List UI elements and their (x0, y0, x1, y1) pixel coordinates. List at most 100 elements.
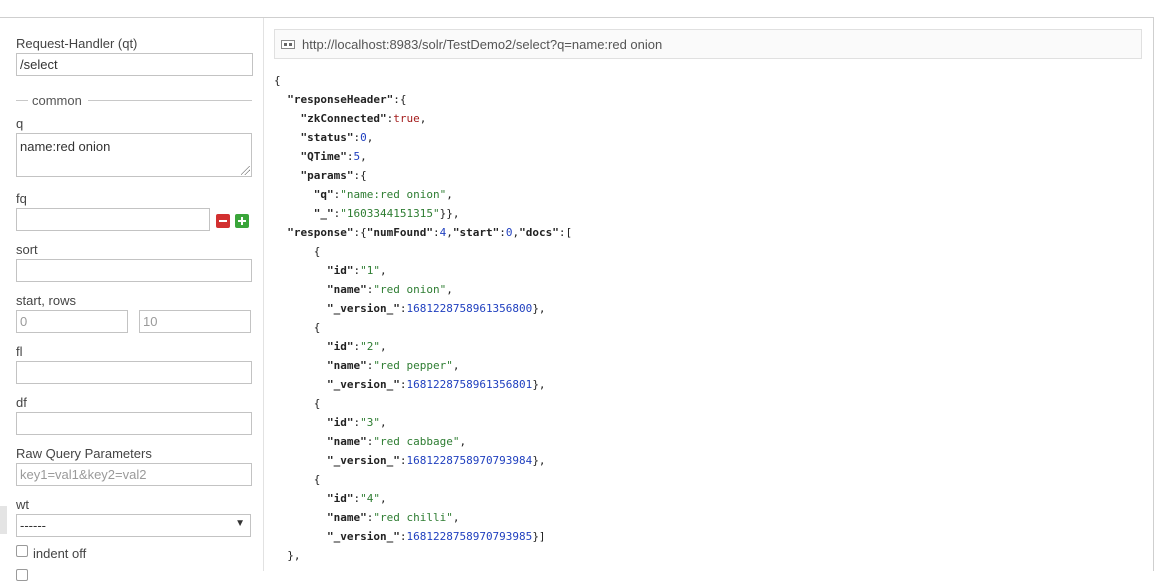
json-punct: , (360, 150, 367, 163)
json-punct (274, 511, 327, 524)
json-key: "id" (326, 492, 354, 505)
start-rows-label: start, rows (16, 293, 76, 308)
json-string: "red onion" (373, 283, 447, 296)
json-line: "responseHeader":{ (274, 90, 1144, 109)
raw-params-label: Raw Query Parameters (16, 446, 152, 461)
query-form: Request-Handler (qt) /select common q na… (0, 18, 264, 581)
json-punct: }}, (439, 207, 460, 220)
q-textarea[interactable]: name:red onion (16, 133, 252, 177)
json-punct (274, 207, 314, 220)
json-line: "params":{ (274, 166, 1144, 185)
json-line: { (274, 71, 1144, 90)
plus-icon[interactable] (235, 214, 249, 228)
json-key: "response" (287, 226, 354, 239)
wt-label: wt (16, 497, 29, 512)
result-url-link[interactable]: http://localhost:8983/solr/TestDemo2/sel… (302, 37, 662, 52)
json-key: "_version_" (326, 454, 400, 467)
request-handler-input[interactable]: /select (16, 53, 253, 76)
indent-checkbox[interactable] (16, 545, 28, 557)
json-key: "id" (326, 416, 354, 429)
json-line: "_version_":1681228758961356800}, (274, 299, 1144, 318)
triangle-down-icon: ▼ (235, 518, 245, 529)
json-punct: { (274, 245, 321, 258)
json-line: "_version_":1681228758970793984}, (274, 451, 1144, 470)
df-label: df (16, 395, 27, 410)
json-key: "name" (326, 435, 367, 448)
json-punct: }, (274, 549, 301, 562)
common-section-header: common (16, 93, 252, 108)
json-key: "params" (300, 169, 354, 182)
json-punct: , (379, 264, 387, 277)
json-line: { (274, 318, 1144, 337)
json-punct (274, 302, 327, 315)
json-punct (274, 226, 287, 239)
json-key: "id" (326, 340, 354, 353)
df-input[interactable] (16, 412, 252, 435)
json-punct: , (446, 226, 453, 239)
json-string: "1" (360, 264, 380, 277)
json-key: "id" (326, 264, 354, 277)
raw-params-input[interactable]: key1=val1&key2=val2 (16, 463, 252, 486)
json-number: 1681228758961356800 (406, 302, 533, 315)
json-punct (274, 454, 327, 467)
json-key: "zkConnected" (300, 112, 387, 125)
json-number: 1681228758961356801 (406, 378, 533, 391)
wt-select[interactable]: ------ ▼ (16, 514, 251, 537)
json-line: "id":"1", (274, 261, 1144, 280)
minus-icon[interactable] (216, 214, 230, 228)
json-line: "id":"4", (274, 489, 1144, 508)
json-line: "_":"1603344151315"}}, (274, 204, 1144, 223)
json-punct: :{ (393, 93, 407, 106)
fq-input[interactable] (16, 208, 210, 231)
json-key: "name" (326, 359, 367, 372)
json-punct (274, 131, 301, 144)
json-punct: , (446, 283, 453, 296)
json-punct: , (452, 511, 460, 524)
rows-input[interactable]: 10 (139, 310, 251, 333)
json-string: "1603344151315" (340, 207, 440, 220)
json-key: "numFound" (366, 226, 433, 239)
json-punct (274, 169, 301, 182)
json-line: { (274, 470, 1144, 489)
q-label: q (16, 116, 24, 131)
json-punct: { (274, 321, 321, 334)
json-punct: }, (532, 302, 546, 315)
json-key: "name" (326, 511, 367, 524)
json-line: "response":{"numFound":4,"start":0,"docs… (274, 223, 1144, 242)
json-punct (274, 492, 327, 505)
json-line: "QTime":5, (274, 147, 1144, 166)
json-number: 1681228758970793984 (406, 454, 533, 467)
json-line: { (274, 394, 1144, 413)
json-punct: , (459, 435, 467, 448)
json-line: "zkConnected":true, (274, 109, 1144, 128)
json-punct: , (379, 492, 387, 505)
start-input[interactable]: 0 (16, 310, 128, 333)
resize-grip-icon[interactable] (241, 166, 250, 175)
json-response: { "responseHeader":{ "zkConnected":true,… (274, 71, 1144, 565)
fl-input[interactable] (16, 361, 252, 384)
json-punct (274, 264, 327, 277)
json-punct (274, 283, 327, 296)
json-punct: :[ (558, 226, 573, 239)
json-line: "name":"red onion", (274, 280, 1144, 299)
json-punct (274, 416, 327, 429)
json-key: "status" (300, 131, 354, 144)
json-punct: { (274, 74, 281, 87)
json-punct: , (366, 131, 374, 144)
json-line: "_version_":1681228758970793985}] (274, 527, 1144, 546)
sort-input[interactable] (16, 259, 252, 282)
json-punct (274, 435, 327, 448)
fl-label: fl (16, 344, 23, 359)
frame-right-border (1153, 17, 1154, 571)
json-string: "red pepper" (373, 359, 453, 372)
json-boolean: true (393, 112, 420, 125)
json-string: "red chilli" (373, 511, 453, 524)
json-punct: : (432, 226, 440, 239)
json-punct (274, 112, 301, 125)
json-punct: { (274, 473, 321, 486)
json-string: "name:red onion" (340, 188, 447, 201)
json-punct: :{ (353, 169, 367, 182)
json-key: "start" (452, 226, 500, 239)
json-key: "_version_" (326, 302, 400, 315)
json-line: "_version_":1681228758961356801}, (274, 375, 1144, 394)
